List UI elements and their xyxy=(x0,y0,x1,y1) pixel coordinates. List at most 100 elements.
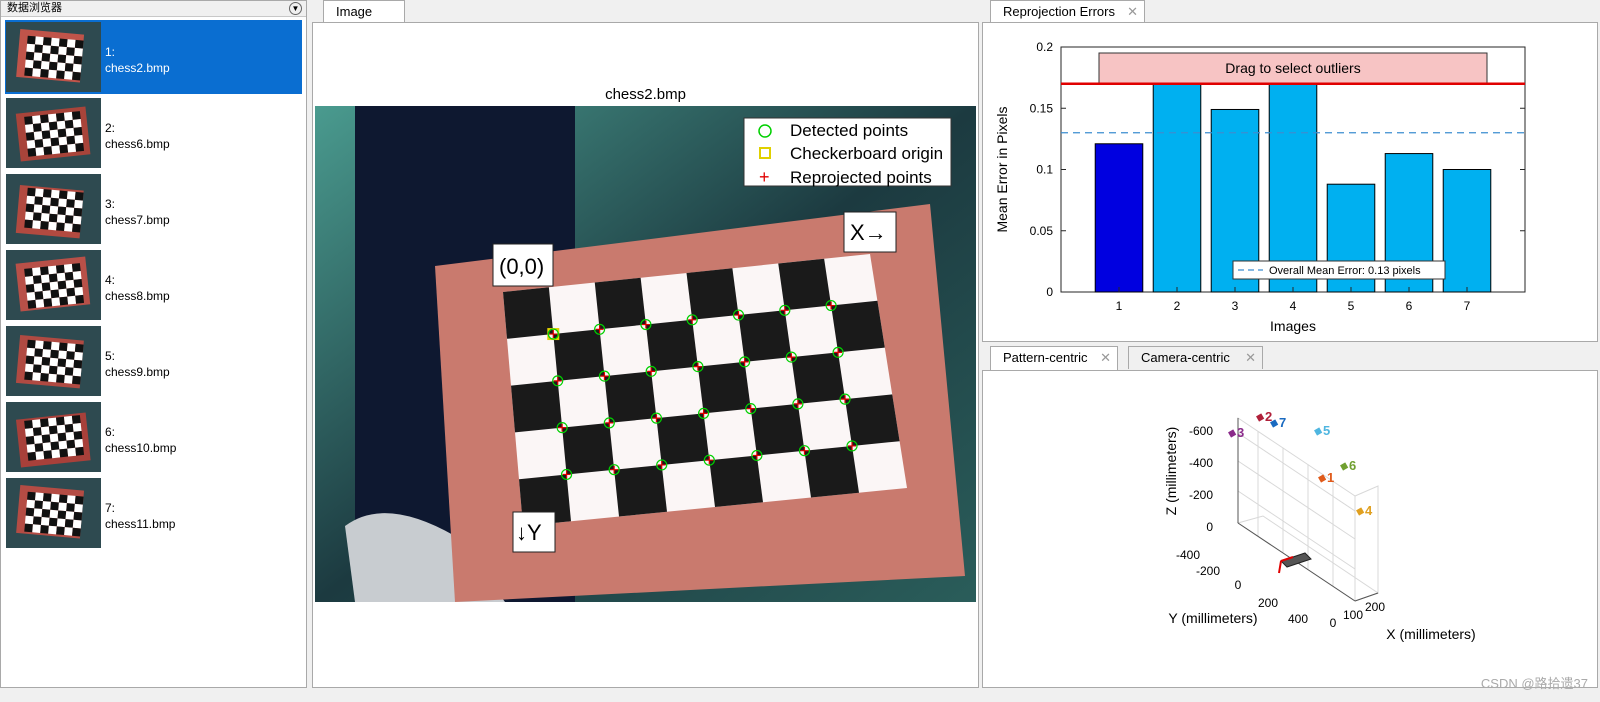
thumbnail-image xyxy=(6,22,101,92)
list-item-index: 6: xyxy=(105,425,116,439)
list-item-index: 1: xyxy=(105,45,116,59)
board-square xyxy=(738,310,792,362)
z-tick-label: 0 xyxy=(1206,520,1213,534)
y-axis-title: Mean Error in Pixels xyxy=(994,106,1010,232)
x-tick-label: 100 xyxy=(1343,608,1363,622)
close-icon[interactable]: ✕ xyxy=(1127,1,1138,23)
panel-menu-icon[interactable]: ▼ xyxy=(289,2,302,15)
board-square xyxy=(656,413,710,465)
pattern-centric-panel: -600 -400 -200 0 -400 -200 0 200 400 0 100 200 Z (mi… xyxy=(982,370,1598,688)
list-item[interactable]: 6: chess10.bmp xyxy=(5,400,302,474)
z-tick-label: -600 xyxy=(1189,424,1213,438)
z-tick-label: -400 xyxy=(1189,456,1213,470)
board-square xyxy=(791,352,846,404)
list-item[interactable]: 7: chess11.bmp xyxy=(5,476,302,550)
y-tick-label: 0.05 xyxy=(1030,224,1054,238)
x-tick-label: 3 xyxy=(1232,299,1239,313)
tab-reprojection-label: Reprojection Errors xyxy=(1003,4,1115,19)
board-square xyxy=(831,300,885,353)
y-axis-title: Y (millimeters) xyxy=(1168,610,1257,626)
board-square xyxy=(804,445,859,498)
tab-image-label: Image xyxy=(336,4,373,19)
thumbnail-image xyxy=(6,478,101,548)
list-item-index: 3: xyxy=(105,197,116,211)
legend-origin: Checkerboard origin xyxy=(790,144,943,163)
list-item-index: 5: xyxy=(105,349,116,363)
z-axis-title: Z (millimeters) xyxy=(1163,427,1179,516)
list-item[interactable]: 1: chess2.bmp xyxy=(5,20,302,94)
tab-image[interactable]: Image xyxy=(323,0,405,24)
board-square xyxy=(697,361,751,414)
board-square xyxy=(553,329,605,381)
tab-camera-label: Camera-centric xyxy=(1141,350,1230,365)
bar[interactable] xyxy=(1152,80,1202,293)
image-legend: Detected points Checkerboard origin + Re… xyxy=(743,117,952,187)
y-axis-label: ↓Y xyxy=(516,520,542,545)
list-item[interactable]: 4: chess8.bmp xyxy=(5,248,302,322)
legend-reprojected: Reprojected points xyxy=(790,168,932,187)
list-item[interactable]: 2: chess6.bmp xyxy=(5,96,302,170)
data-browser-title: 数据浏览器 xyxy=(7,2,62,14)
list-item-filename: chess8.bmp xyxy=(105,289,170,303)
list-item[interactable]: 3: chess7.bmp xyxy=(5,172,302,246)
tab-pattern-centric[interactable]: Pattern-centric ✕ xyxy=(990,346,1118,370)
data-browser-panel: 数据浏览器 ▼ 1: chess2.bmp 2: chess6.bmp 3: chess7… xyxy=(0,0,307,688)
drag-select-label: Drag to select outliers xyxy=(1225,60,1360,76)
list-item-filename: chess10.bmp xyxy=(105,441,177,455)
y-tick-label: -200 xyxy=(1196,564,1220,578)
y-tick-label: 0 xyxy=(1046,285,1053,299)
tab-reprojection-errors[interactable]: Reprojection Errors ✕ xyxy=(990,0,1145,24)
camera-label: 2 xyxy=(1265,409,1272,424)
x-tick-label: 200 xyxy=(1365,600,1385,614)
board-square xyxy=(709,455,763,507)
x-axis-title: Images xyxy=(1270,318,1316,334)
legend-detected: Detected points xyxy=(790,121,908,140)
x-tick-label: 6 xyxy=(1406,299,1413,313)
board-square xyxy=(562,422,615,475)
bar[interactable] xyxy=(1442,169,1492,293)
board-square xyxy=(778,258,832,311)
y-tick-label: -400 xyxy=(1176,548,1200,562)
y-tick-label: 400 xyxy=(1288,612,1308,626)
camera-label: 7 xyxy=(1279,415,1286,430)
list-item-filename: chess6.bmp xyxy=(105,137,170,151)
reprojection-chart[interactable]: 0 0.05 0.1 0.15 0.2 1 2 3 4 5 6 7 Drag to select out… xyxy=(983,23,1597,341)
close-icon[interactable]: ✕ xyxy=(1245,347,1256,369)
board-square xyxy=(645,319,698,372)
y-tick-label: 0 xyxy=(1235,578,1242,592)
extrinsics-3d-plot[interactable]: -600-400-2000-400-2000200400 0100200Z (mi… xyxy=(983,371,1597,687)
y-tick-label: 0.15 xyxy=(1030,101,1054,115)
board-square xyxy=(604,371,657,423)
thumbnail-image xyxy=(6,402,101,472)
bar[interactable] xyxy=(1268,80,1318,293)
list-item-index: 4: xyxy=(105,273,116,287)
list-item-filename: chess9.bmp xyxy=(105,365,170,379)
camera-label: 1 xyxy=(1327,470,1334,485)
camera-icon xyxy=(1228,429,1237,438)
tab-camera-centric[interactable]: Camera-centric ✕ xyxy=(1128,346,1263,369)
y-tick-label: 0.1 xyxy=(1036,163,1053,177)
image-title: chess2.bmp xyxy=(605,86,686,103)
x-axis-label-box: X→ xyxy=(843,211,897,253)
x-tick-label: 5 xyxy=(1348,299,1355,313)
bar[interactable] xyxy=(1094,143,1144,293)
x-tick-label: 4 xyxy=(1290,299,1297,313)
camera-icon xyxy=(1256,413,1265,422)
z-tick-label: -200 xyxy=(1189,488,1213,502)
camera-label: 5 xyxy=(1323,423,1330,438)
x-axis-label: X→ xyxy=(850,220,887,245)
reprojection-panel: 0 0.05 0.1 0.15 0.2 1 2 3 4 5 6 7 Drag to select out… xyxy=(982,22,1598,342)
x-tick-label: 7 xyxy=(1464,299,1471,313)
camera-icon xyxy=(1314,427,1323,436)
board-square xyxy=(845,394,900,446)
tab-pattern-label: Pattern-centric xyxy=(1003,350,1088,365)
board-square xyxy=(594,277,646,330)
close-icon[interactable]: ✕ xyxy=(1100,347,1111,369)
x-tick-label: 1 xyxy=(1116,299,1123,313)
x-tick-label: 0 xyxy=(1330,616,1337,630)
list-item-filename: chess11.bmp xyxy=(105,517,176,531)
y-axis-label-box: ↓Y xyxy=(512,511,556,553)
board-square xyxy=(750,403,805,456)
list-item[interactable]: 5: chess9.bmp xyxy=(5,324,302,398)
x-tick-label: 2 xyxy=(1174,299,1181,313)
